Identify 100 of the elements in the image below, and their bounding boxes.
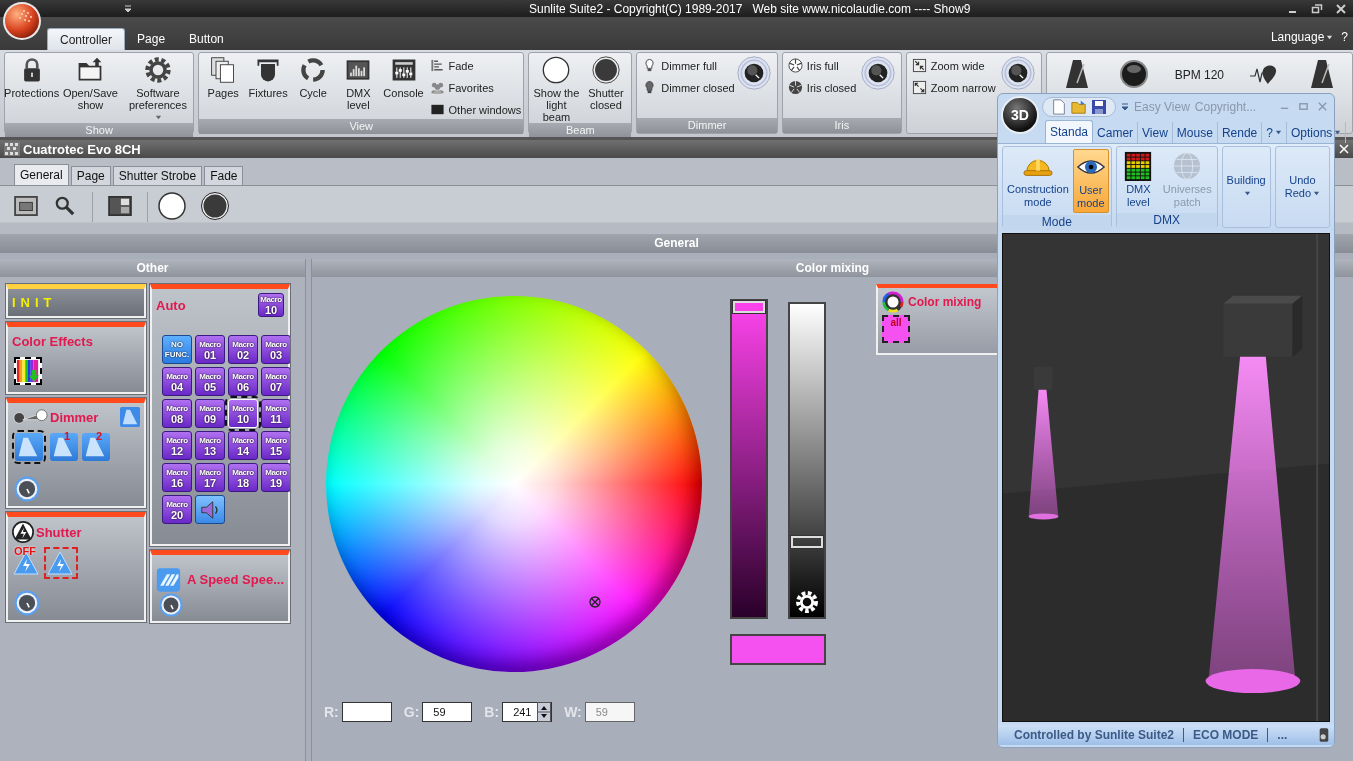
ribbon-small-button[interactable]: Zoom wide bbox=[911, 56, 996, 75]
app-logo[interactable]: 3D bbox=[1001, 96, 1039, 134]
ribbon-small-button[interactable]: Zoom narrow bbox=[911, 78, 996, 97]
save-icon[interactable] bbox=[1091, 98, 1107, 115]
caret-icon[interactable] bbox=[123, 3, 133, 14]
macro-button[interactable]: Macro 04 bbox=[162, 367, 192, 396]
restore-icon[interactable] bbox=[1311, 2, 1323, 15]
tab[interactable]: General bbox=[14, 164, 69, 185]
light-beam-icon[interactable] bbox=[120, 407, 140, 427]
ribbon-tab[interactable]: Controller bbox=[47, 28, 126, 50]
ribbon-small-button[interactable]: Dimmer full bbox=[642, 56, 735, 75]
macro-button[interactable]: Macro 07 bbox=[261, 367, 291, 396]
input-field[interactable]: 59 bbox=[422, 702, 473, 722]
macro-button[interactable]: Macro 10 bbox=[228, 399, 258, 428]
open-circle-icon[interactable] bbox=[158, 192, 186, 220]
help-button[interactable]: ? bbox=[1341, 24, 1348, 50]
field-label: B: bbox=[484, 704, 500, 720]
macro-button[interactable]: Macro 16 bbox=[162, 463, 192, 492]
macro-button[interactable]: Macro 01 bbox=[195, 335, 225, 364]
tab[interactable]: Fade bbox=[204, 166, 244, 185]
ribbon-button[interactable]: Show the light beam bbox=[531, 56, 582, 123]
layout-icon[interactable] bbox=[108, 196, 132, 216]
knob[interactable] bbox=[736, 56, 771, 90]
window-title: Cuatrotec Evo 8CH bbox=[23, 141, 141, 157]
knob[interactable] bbox=[14, 590, 40, 616]
light-beam-button[interactable] bbox=[15, 433, 43, 461]
input-field[interactable]: 241 bbox=[502, 702, 553, 722]
macro-button[interactable]: Macro 11 bbox=[261, 399, 291, 428]
macro-button[interactable]: Macro 03 bbox=[261, 335, 291, 364]
ribbon-button[interactable]: Shutter closed bbox=[582, 56, 630, 111]
fade-icon bbox=[429, 58, 445, 73]
ribbon-small-button[interactable]: Iris full bbox=[787, 56, 857, 75]
square-icon bbox=[429, 102, 445, 117]
macro-button[interactable]: Macro 06 bbox=[228, 367, 258, 396]
ribbon-small-button[interactable]: Dimmer closed bbox=[642, 78, 735, 97]
slider-thumb[interactable] bbox=[733, 301, 765, 313]
macro-button[interactable]: Macro 19 bbox=[261, 463, 291, 492]
macro-button[interactable]: Macro 20 bbox=[162, 495, 192, 524]
lamp-icon bbox=[12, 407, 48, 427]
ribbon-button[interactable]: Fixtures bbox=[246, 56, 291, 99]
ribbon-tab[interactable]: Button bbox=[177, 28, 236, 50]
tab[interactable]: Standa bbox=[1045, 120, 1094, 143]
gear-icon[interactable] bbox=[794, 589, 820, 615]
device-icon[interactable] bbox=[1318, 727, 1330, 743]
spinner-icon[interactable] bbox=[537, 702, 552, 722]
level-meter-icon bbox=[1123, 151, 1154, 181]
filled-circle-icon[interactable] bbox=[201, 192, 229, 220]
ribbon-tab[interactable]: Page bbox=[125, 28, 178, 50]
ribbon-small-button[interactable]: Iris closed bbox=[787, 78, 857, 97]
macro-button[interactable]: Macro 13 bbox=[195, 431, 225, 460]
macro-button[interactable]: Macro 14 bbox=[228, 431, 258, 460]
knob[interactable] bbox=[1000, 56, 1035, 90]
ribbon-button[interactable]: Undo Redo bbox=[1277, 149, 1327, 225]
tab[interactable]: Page bbox=[70, 166, 111, 185]
filled-circle-icon bbox=[591, 56, 620, 84]
macro-button[interactable]: Macro 17 bbox=[195, 463, 225, 492]
ribbon-button[interactable]: Construction mode bbox=[1005, 149, 1071, 213]
new-document-icon[interactable] bbox=[1051, 98, 1067, 115]
saturation-slider[interactable] bbox=[730, 299, 768, 619]
close-icon[interactable] bbox=[1335, 2, 1347, 15]
ribbon-small-button[interactable]: Other windows bbox=[429, 100, 522, 119]
ribbon-small-button[interactable]: Fade bbox=[429, 56, 522, 75]
color-picker-marker-icon[interactable] bbox=[588, 595, 602, 609]
color-bars-icon bbox=[16, 359, 40, 383]
input-field[interactable] bbox=[341, 702, 392, 722]
ribbon-small-button[interactable]: Favorites bbox=[429, 78, 522, 97]
ribbon-button[interactable]: DMX level bbox=[1118, 149, 1158, 211]
macro-button[interactable]: Macro 18 bbox=[228, 463, 258, 492]
knob[interactable] bbox=[158, 592, 184, 617]
panel-header: Other bbox=[0, 259, 305, 277]
ribbon-button[interactable]: Software preferences bbox=[124, 56, 192, 123]
macro-button[interactable]: Macro 09 bbox=[195, 399, 225, 428]
speed-arrows-icon bbox=[156, 565, 181, 594]
ribbon-button[interactable]: User mode bbox=[1072, 149, 1109, 213]
brightness-slider[interactable] bbox=[788, 302, 826, 619]
color-wheel-icon bbox=[882, 291, 904, 313]
color-effect-button[interactable] bbox=[14, 357, 42, 385]
language-menu[interactable]: Language bbox=[1270, 24, 1334, 50]
macro-button[interactable] bbox=[195, 495, 225, 524]
3d-viewport[interactable] bbox=[1002, 233, 1330, 722]
slider-thumb[interactable] bbox=[791, 535, 823, 548]
macro-button[interactable]: Macro 02 bbox=[228, 335, 258, 364]
ribbon-button[interactable]: DMX level bbox=[336, 56, 381, 111]
macro-button[interactable]: Macro 12 bbox=[162, 431, 192, 460]
ribbon-button[interactable]: Pages bbox=[201, 56, 246, 99]
macro-button[interactable]: Macro 08 bbox=[162, 399, 192, 428]
ribbon-button[interactable]: Cycle bbox=[291, 56, 336, 99]
knob[interactable] bbox=[14, 476, 40, 502]
ribbon-button[interactable]: Protections bbox=[7, 56, 57, 99]
window-icon[interactable] bbox=[14, 196, 38, 216]
tab[interactable]: Shutter Strobe bbox=[112, 166, 203, 185]
ribbon-button[interactable]: Console bbox=[381, 56, 426, 99]
ribbon-button[interactable]: Building bbox=[1224, 149, 1268, 225]
round-button-icon[interactable] bbox=[1117, 58, 1150, 90]
macro-button[interactable]: Macro 15 bbox=[261, 431, 291, 460]
macro-button[interactable]: Macro 05 bbox=[195, 367, 225, 396]
caret-icon[interactable] bbox=[1121, 101, 1129, 112]
knob[interactable] bbox=[860, 56, 895, 90]
search-icon[interactable] bbox=[53, 196, 77, 216]
caret-icon bbox=[155, 114, 163, 121]
